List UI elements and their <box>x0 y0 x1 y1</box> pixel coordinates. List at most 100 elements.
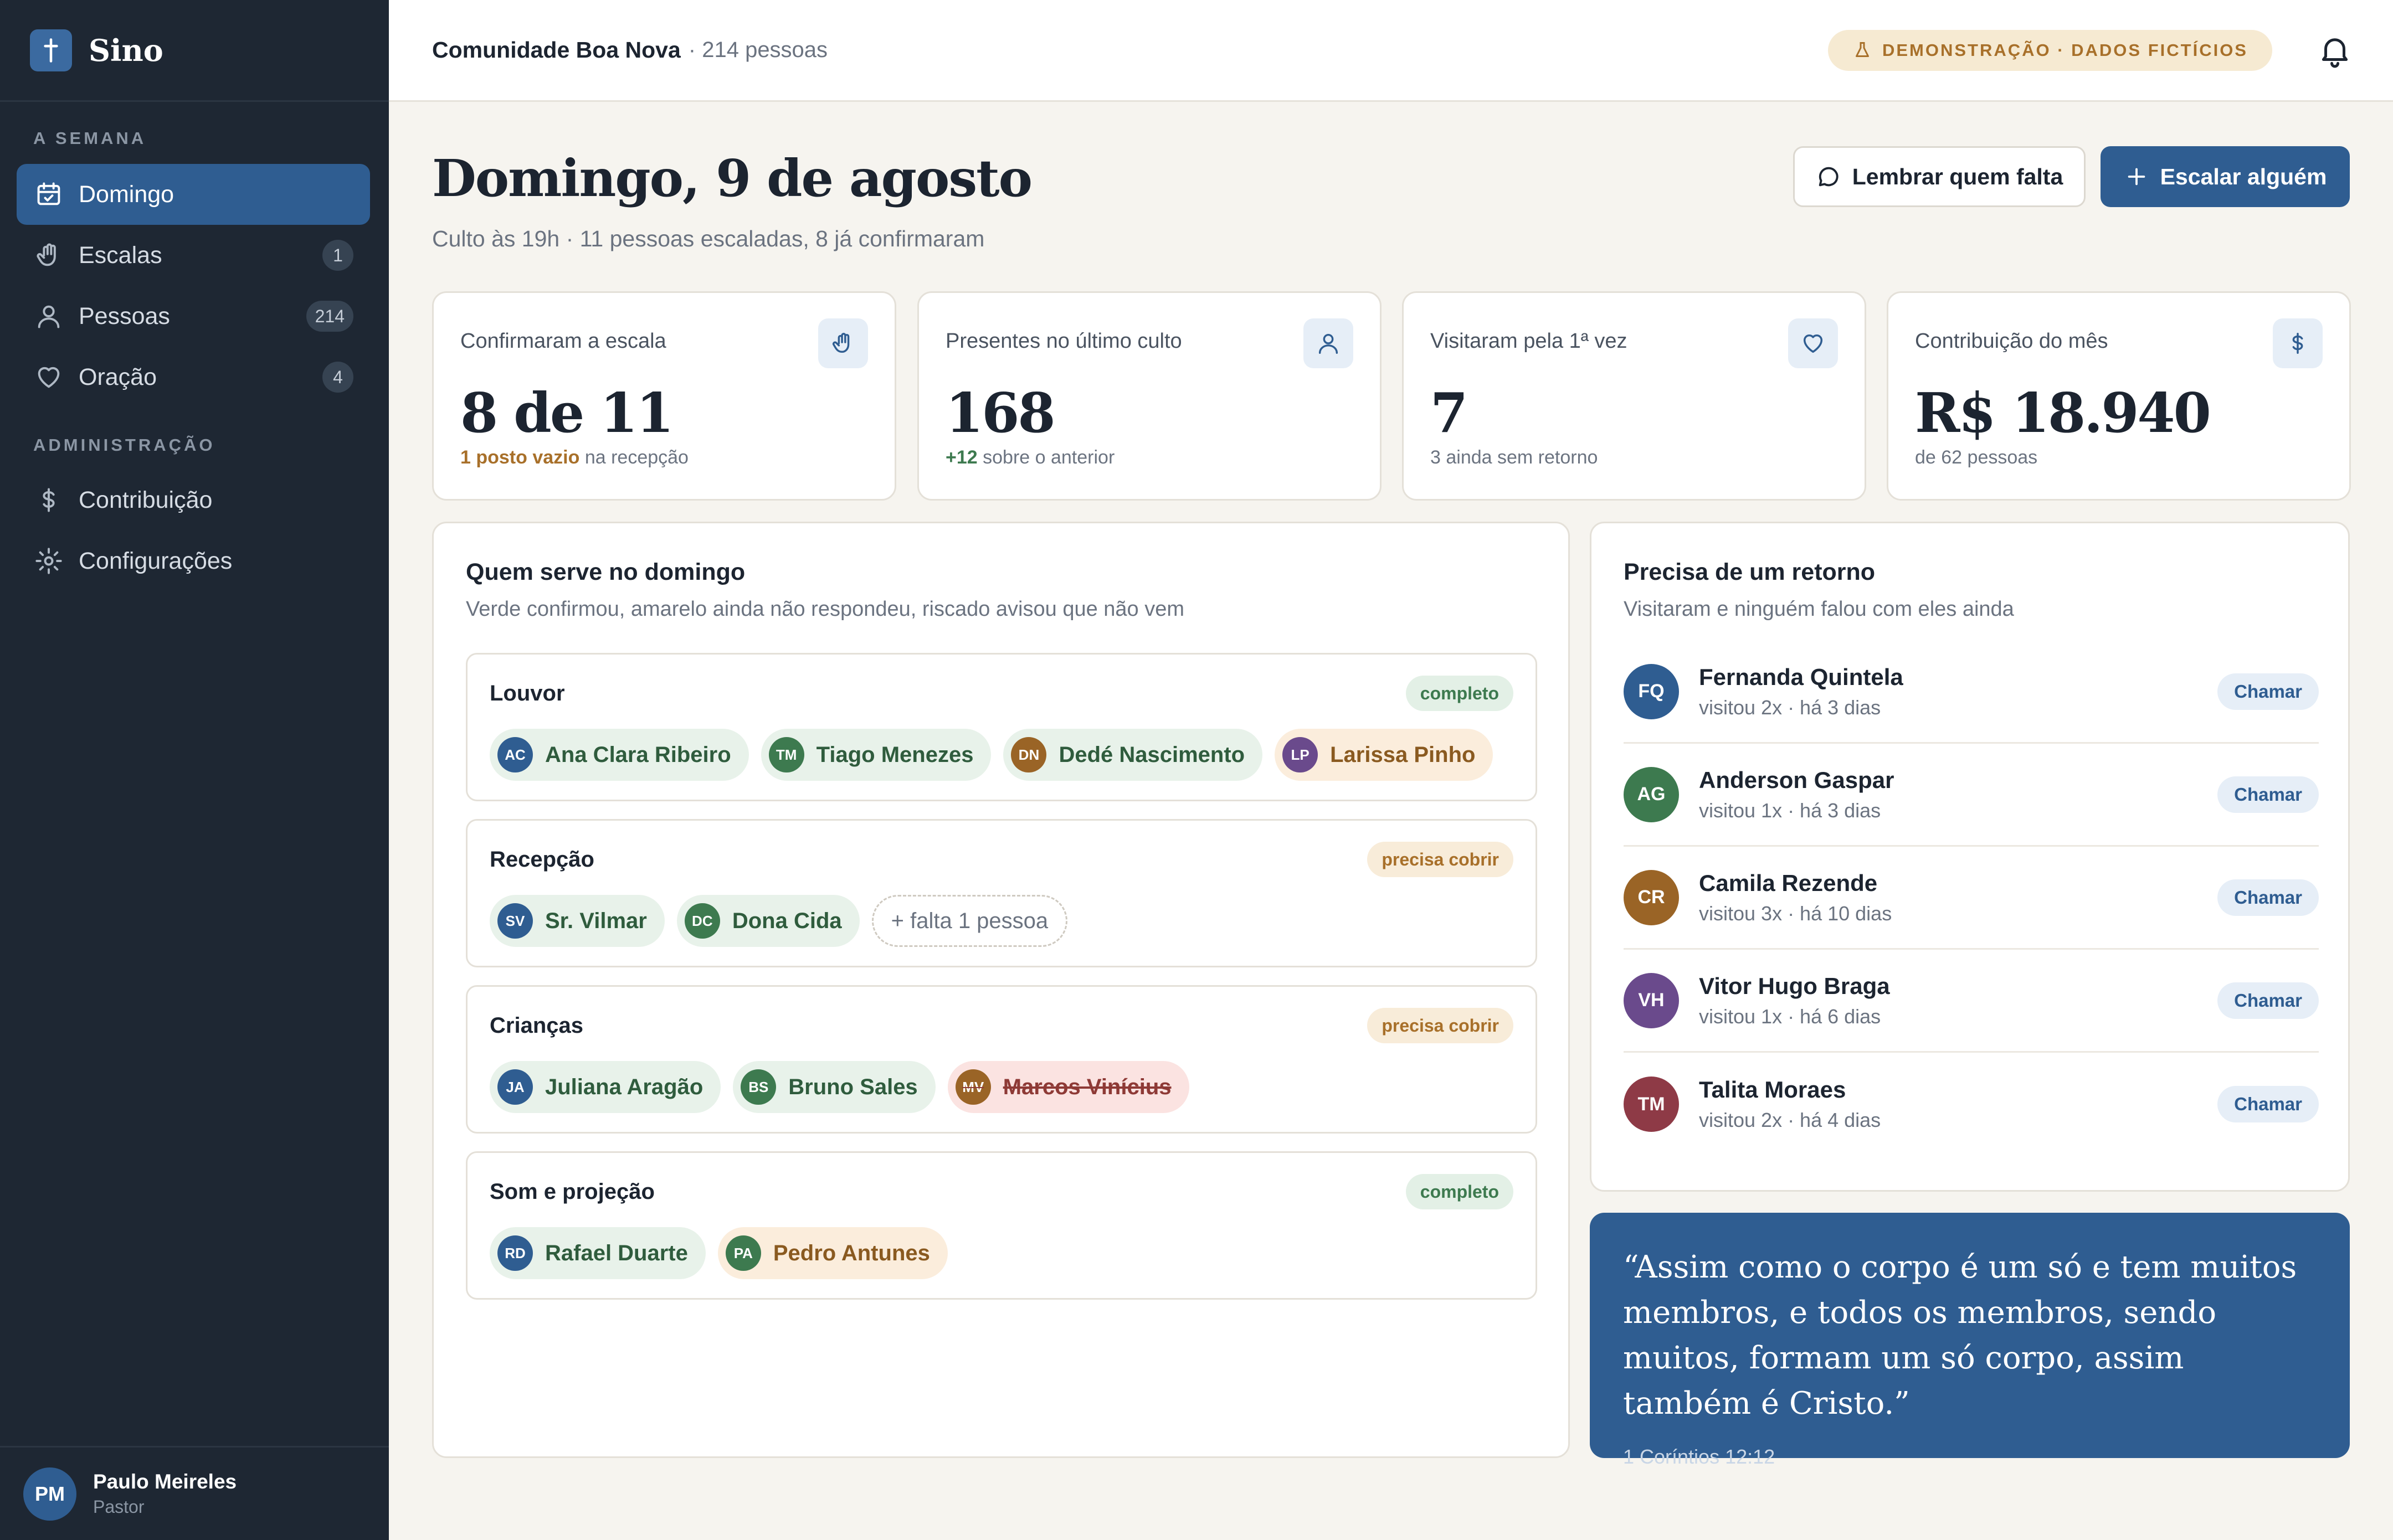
sidebar-item-contribuicao[interactable]: Contribuição <box>17 470 370 530</box>
team-card-som-projecao[interactable]: Som e projeção completo RD Rafael Duarte … <box>466 1151 1537 1300</box>
avatar: FQ <box>1624 663 1679 719</box>
stat-note-highlight: 1 posto vazio <box>460 447 580 468</box>
stat-note-highlight: +12 <box>946 447 978 468</box>
stat-card-attendance: Presentes no último culto 168 +12 sobre … <box>917 291 1382 501</box>
user-icon <box>1318 333 1338 354</box>
missing-person-chip[interactable]: + falta 1 pessoa <box>871 895 1068 947</box>
person-name: Sr. Vilmar <box>545 908 647 933</box>
list-item: AG Anderson Gaspar visitou 1x · há 3 dias… <box>1624 744 2319 847</box>
count-badge: 1 <box>322 240 353 271</box>
visitor-detail: visitou 3x · há 10 dias <box>1699 902 1892 925</box>
visitor-name: Talita Moraes <box>1699 1077 1846 1103</box>
sidebar-item-label: Contribuição <box>79 486 213 513</box>
person-name: Marcos Vinícius <box>1003 1074 1172 1099</box>
brand[interactable]: Sino <box>0 0 389 102</box>
demo-badge: DEMONSTRAÇÃO · DADOS FICTÍCIOS <box>1827 30 2272 71</box>
list-item: FQ Fernanda Quintela visitou 2x · há 3 di… <box>1624 641 2319 744</box>
cross-logo-icon <box>30 29 72 71</box>
verse-reference: 1 Coríntios 12:12 <box>1623 1445 1775 1468</box>
stat-value: R$ 18.940 <box>1915 382 2211 445</box>
person-chip[interactable]: TM Tiago Menezes <box>761 729 992 781</box>
stat-icon-box <box>1788 318 1838 368</box>
avatar: SV <box>497 903 533 939</box>
stat-icon-box <box>1303 318 1353 368</box>
list-item: VH Vitor Hugo Braga visitou 1x · há 6 dia… <box>1624 950 2319 1053</box>
team-card-criancas[interactable]: Crianças precisa cobrir JA Juliana Aragão… <box>466 985 1537 1134</box>
followup-panel: Precisa de um retorno Visitaram e ningué… <box>1590 522 2350 1192</box>
avatar: PA <box>725 1235 761 1271</box>
person-chip[interactable]: AC Ana Clara Ribeiro <box>490 729 749 781</box>
person-chip[interactable]: PA Pedro Antunes <box>717 1227 948 1279</box>
call-button[interactable]: Chamar <box>2217 879 2319 916</box>
avatar: LP <box>1282 737 1318 772</box>
call-button[interactable]: Chamar <box>2217 673 2319 710</box>
call-button[interactable]: Chamar <box>2217 776 2319 813</box>
sidebar-item-configuracoes[interactable]: Configurações <box>17 530 370 591</box>
app-name: Sino <box>89 32 163 68</box>
person-chip[interactable]: BS Bruno Sales <box>733 1061 936 1113</box>
person-chip[interactable]: SV Sr. Vilmar <box>490 895 665 947</box>
visitor-name: Camila Rezende <box>1699 869 1878 896</box>
sidebar-item-pessoas[interactable]: Pessoas 214 <box>17 286 370 347</box>
person-name: Dona Cida <box>732 908 842 933</box>
person-name: Rafael Duarte <box>545 1240 688 1265</box>
person-chip[interactable]: DN Dedé Nascimento <box>1003 729 1263 781</box>
stat-card-confirmed: Confirmaram a escala 8 de 11 1 posto vaz… <box>432 291 896 501</box>
user-profile[interactable]: PM Paulo Meireles Pastor <box>0 1446 389 1540</box>
status-badge: completo <box>1405 1174 1513 1209</box>
visitor-detail: visitou 1x · há 6 dias <box>1699 1005 1881 1028</box>
schedule-someone-label: Escalar alguém <box>2160 163 2327 189</box>
person-chip[interactable]: DC Dona Cida <box>676 895 860 947</box>
avatar: CR <box>1624 869 1679 925</box>
demo-badge-label: DEMONSTRAÇÃO · DADOS FICTÍCIOS <box>1882 40 2248 60</box>
status-badge: completo <box>1405 676 1513 711</box>
avatar: DC <box>684 903 720 939</box>
gear-icon <box>35 548 62 574</box>
team-card-recepcao[interactable]: Recepção precisa cobrir SV Sr. Vilmar DC D… <box>466 819 1537 967</box>
avatar: RD <box>497 1235 533 1271</box>
team-name: Crianças <box>490 1013 583 1038</box>
stat-label: Contribuição do mês <box>1915 329 2108 353</box>
user-role: Pastor <box>93 1497 145 1517</box>
remind-missing-button[interactable]: Lembrar quem falta <box>1793 146 2086 207</box>
avatar: BS <box>741 1069 777 1105</box>
stat-note: 1 posto vazio na recepção <box>460 447 689 468</box>
team-card-louvor[interactable]: Louvor completo AC Ana Clara Ribeiro TM Ti… <box>466 653 1537 801</box>
team-name: Recepção <box>490 847 594 872</box>
visitor-detail: visitou 1x · há 3 dias <box>1699 799 1881 822</box>
person-chip[interactable]: LP Larissa Pinho <box>1275 729 1493 781</box>
user-name: Paulo Meireles <box>93 1470 237 1493</box>
stat-note-text: na recepção <box>579 447 689 468</box>
team-name: Som e projeção <box>490 1180 655 1204</box>
sidebar: Sino A SEMANA Domingo Escalas 1 Pessoas … <box>0 0 389 1540</box>
sidebar-item-label: Escalas <box>79 241 162 269</box>
page-title: Domingo, 9 de agosto <box>432 148 1033 208</box>
nav-section-admin: ADMINISTRAÇÃO <box>33 435 215 455</box>
person-name: Juliana Aragão <box>545 1074 703 1099</box>
avatar: TM <box>768 737 804 772</box>
person-chip[interactable]: RD Rafael Duarte <box>490 1227 706 1279</box>
heart-icon <box>1803 334 1823 353</box>
avatar: DN <box>1011 737 1047 772</box>
heart-icon <box>38 367 60 388</box>
stat-value: 7 <box>1430 382 1468 445</box>
status-badge: precisa cobrir <box>1367 1008 1513 1043</box>
avatar: AC <box>497 737 533 772</box>
sidebar-item-oracao[interactable]: Oração 4 <box>17 347 370 408</box>
call-button[interactable]: Chamar <box>2217 1086 2319 1122</box>
stat-card-first-visits: Visitaram pela 1ª vez 7 3 ainda sem reto… <box>1402 291 1866 501</box>
page-subtitle: Culto às 19h · 11 pessoas escaladas, 8 j… <box>432 226 985 251</box>
sidebar-item-escalas[interactable]: Escalas 1 <box>17 225 370 286</box>
community-name: Comunidade Boa Nova <box>432 37 681 63</box>
sidebar-item-domingo[interactable]: Domingo <box>17 164 370 225</box>
person-chip[interactable]: JA Juliana Aragão <box>490 1061 721 1113</box>
schedule-someone-button[interactable]: Escalar alguém <box>2101 146 2350 207</box>
visitor-name: Vitor Hugo Braga <box>1699 972 1890 999</box>
bell-icon[interactable] <box>2317 32 2353 69</box>
hand-icon <box>37 243 56 266</box>
avatar: MV <box>955 1069 991 1105</box>
person-name: Dedé Nascimento <box>1059 742 1245 767</box>
dollar-icon <box>43 488 55 512</box>
call-button[interactable]: Chamar <box>2217 982 2319 1019</box>
person-chip[interactable]: MV Marcos Vinícius <box>947 1061 1189 1113</box>
